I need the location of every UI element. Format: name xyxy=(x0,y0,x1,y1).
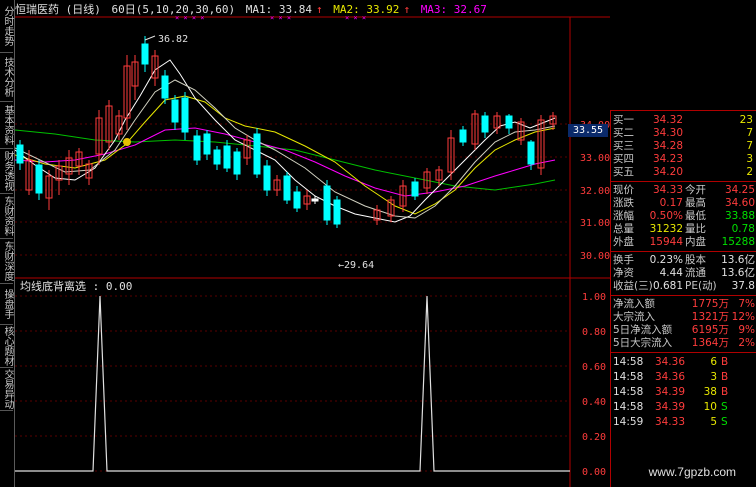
low-price-label: ←29.64 xyxy=(338,260,374,271)
indicator-tick: 0.40 xyxy=(582,397,606,408)
tick-row: 14:58 34.36 6 B xyxy=(613,356,729,368)
candle xyxy=(387,196,395,222)
indicator-tick: 0.20 xyxy=(582,432,606,443)
event-markers: × × × × × × × × × × xyxy=(175,14,366,22)
indicator-tick: 0.60 xyxy=(582,362,606,373)
candle xyxy=(233,148,241,180)
bid-row[interactable]: 买四 34.23 3 xyxy=(611,153,756,166)
candle xyxy=(263,160,271,196)
indicator-line xyxy=(15,295,570,472)
stat-row: 现价 34.33 今开 34.25 xyxy=(613,184,755,196)
stat-row: 涨跌 0.17 最高 34.60 xyxy=(613,197,755,209)
stat-row: 涨幅 0.50% 最低 33.88 xyxy=(613,210,755,222)
candle xyxy=(505,114,513,134)
stat-row: 总量 31232 量比 0.78 xyxy=(613,223,755,235)
watermark: www.7gpzb.com xyxy=(648,465,736,479)
money-bag-icon[interactable] xyxy=(123,138,131,146)
candle xyxy=(123,55,131,130)
high-price-label: 36.82 xyxy=(158,34,188,45)
price-tick: 31.00 xyxy=(580,218,610,229)
tab-finance[interactable]: 财务透视 xyxy=(0,149,13,194)
candle xyxy=(213,146,221,170)
flow-row: 净流入额 1775万 7% xyxy=(613,298,755,310)
indicator-tick: 0.00 xyxy=(582,467,606,478)
candle xyxy=(181,92,189,140)
indicator-tick: 1.00 xyxy=(582,292,606,303)
stat-row: 外盘 15944 内盘 15288 xyxy=(613,236,755,248)
candle xyxy=(373,205,381,225)
candle xyxy=(203,130,211,160)
svg-text:× × ×: × × × xyxy=(270,14,291,22)
candle xyxy=(459,126,467,146)
kline-chart[interactable]: 34.00 33.00 32.00 31.00 30.00 1.00 0.80 … xyxy=(15,0,610,487)
flow-row: 5日净流入额 6195万 9% xyxy=(613,324,755,336)
candle xyxy=(293,186,301,212)
tab-eastmoney-info[interactable]: 东财资料 xyxy=(0,194,13,239)
candle xyxy=(323,180,331,225)
candle xyxy=(303,190,311,210)
candle xyxy=(16,140,24,170)
tick-row: 14:58 34.39 10 S xyxy=(613,401,728,413)
tick-row: 14:59 34.33 5 S xyxy=(613,416,728,428)
tab-trader[interactable]: 操盘手 xyxy=(0,284,13,325)
side-tab-bar: 分时走势 技术分析 基本资料 财务透视 东财资料 东财深度 操盘手 核心题材 交… xyxy=(0,0,15,487)
tab-basic-info[interactable]: 基本资料 xyxy=(0,102,13,149)
svg-text:× × ×: × × × xyxy=(345,14,366,22)
svg-text:× × × ×: × × × × xyxy=(175,14,205,22)
candle xyxy=(333,196,341,228)
price-tick: 33.00 xyxy=(580,153,610,164)
stat-row: 净资 4.44 流通 13.6亿 xyxy=(613,267,755,279)
tab-intraday[interactable]: 分时走势 xyxy=(0,0,13,53)
current-price-tag: 33.55 xyxy=(568,124,608,137)
candle xyxy=(447,130,455,180)
bid-row[interactable]: 买三 34.28 7 xyxy=(611,140,756,153)
quote-panel: 买一 34.32 23 买二 34.30 7 买三 34.28 7 买四 34.23 3 买五 3… xyxy=(610,110,756,487)
candles xyxy=(16,36,557,228)
candle xyxy=(141,36,149,72)
tick-row: 14:58 34.36 3 B xyxy=(613,371,729,383)
candle xyxy=(253,128,261,178)
tab-eastmoney-depth[interactable]: 东财深度 xyxy=(0,239,13,284)
candle xyxy=(105,100,113,150)
flow-row: 大宗流入 1321万 12% xyxy=(613,311,755,323)
candle xyxy=(273,175,281,196)
price-tick: 30.00 xyxy=(580,251,610,262)
candle xyxy=(161,70,169,104)
candle xyxy=(411,178,419,200)
tab-technical[interactable]: 技术分析 xyxy=(0,53,13,102)
price-tick: 32.00 xyxy=(580,186,610,197)
bid-row[interactable]: 买五 34.20 2 xyxy=(611,166,756,179)
indicator-title: 均线底背离选 : 0.00 xyxy=(20,279,132,293)
candle xyxy=(243,135,251,165)
candle xyxy=(481,112,489,138)
tab-core-theme[interactable]: 核心题材 xyxy=(0,325,13,368)
indicator-tick: 0.80 xyxy=(582,327,606,338)
stat-row: 换手 0.23% 股本 13.6亿 xyxy=(613,254,755,266)
candle xyxy=(193,130,201,165)
candle xyxy=(223,140,231,172)
flow-row: 5日大宗流入 1364万 2% xyxy=(613,337,755,349)
candle xyxy=(35,160,43,200)
candle xyxy=(131,55,139,100)
bid-row[interactable]: 买一 34.32 23 xyxy=(611,114,756,127)
stat-row: 收益(三) 0.681 PE(动) 37.8 xyxy=(613,280,755,292)
tick-row: 14:58 34.39 38 B xyxy=(613,386,729,398)
bid-row[interactable]: 买二 34.30 7 xyxy=(611,127,756,140)
candle xyxy=(471,110,479,150)
candle xyxy=(171,95,179,130)
tab-trade-anomaly[interactable]: 交易异动 xyxy=(0,368,13,411)
candle xyxy=(283,172,291,204)
